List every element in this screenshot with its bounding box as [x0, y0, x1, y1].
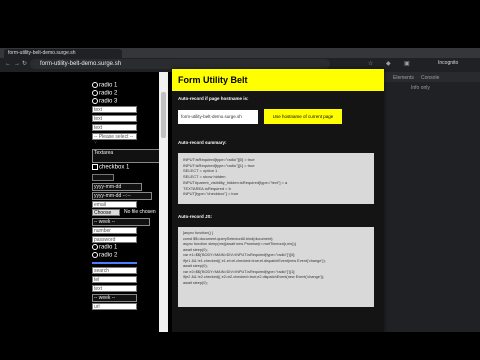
radio-row-2[interactable]: radio 2 [92, 90, 117, 98]
datetime-input[interactable]: yyyy-mm-dd --:-- [92, 192, 152, 200]
date-input[interactable]: yyyy-mm-dd [92, 183, 142, 191]
range-slider[interactable] [92, 262, 137, 264]
radio-row-b[interactable]: radio 2 [92, 252, 117, 260]
radio-label: radio 3 [99, 98, 118, 105]
number-input[interactable]: number [92, 227, 137, 234]
devtools-panel: ⏷ Elements Console Info only [370, 72, 480, 332]
radio-button[interactable] [92, 244, 98, 250]
devtools-tab-elements[interactable]: Elements [393, 75, 414, 81]
week-input[interactable]: -- week -- [92, 294, 137, 302]
radio-row-1[interactable]: radio 1 [92, 82, 117, 90]
summary-line: INPUT[type="checkbox"] = true [183, 191, 239, 197]
email-input[interactable]: email [92, 201, 137, 208]
text-input[interactable]: text [92, 106, 137, 113]
url-input[interactable]: url [92, 303, 137, 310]
radio-button[interactable] [92, 252, 98, 258]
radio-label: radio 1 [99, 82, 118, 89]
text-input[interactable]: text [92, 285, 137, 292]
radio-label: radio 2 [99, 90, 118, 97]
js-line: await sleep(0); [183, 280, 208, 285]
radio-button[interactable] [92, 98, 98, 104]
password-input[interactable]: password [92, 236, 137, 243]
radio-row-a[interactable]: radio 1 [92, 244, 117, 252]
reload-icon[interactable]: ↻ [22, 60, 27, 68]
panel-title: Form Utility Belt [172, 69, 384, 91]
profile-label[interactable]: Incognito [438, 60, 458, 66]
form-utility-belt-panel: Form Utility Belt Auto-record if page ho… [172, 69, 384, 332]
extension-icon[interactable]: ◆ [386, 60, 391, 67]
summary-label: Auto-record summary: [178, 140, 227, 145]
file-status: No file chosen [124, 209, 156, 215]
search-input[interactable]: search [92, 267, 137, 274]
checkbox[interactable] [92, 164, 98, 170]
checkbox-label: checkbox 1 [99, 164, 130, 171]
radio-button[interactable] [92, 82, 98, 88]
color-input[interactable] [92, 174, 114, 181]
browser-tab[interactable]: form-utility-belt-demo.surge.sh [4, 49, 122, 58]
use-hostname-button[interactable]: Use hostname of current page [264, 109, 342, 124]
hostname-input[interactable]: form-utility-belt-demo.surge.sh [178, 110, 258, 124]
radio-row-3[interactable]: radio 3 [92, 98, 117, 106]
puzzle-icon[interactable]: ▣ [404, 60, 410, 67]
forward-icon[interactable]: → [14, 60, 20, 68]
select-dropdown[interactable]: -- Please select -- ˅ [92, 133, 137, 146]
choose-file-button[interactable]: Choose File [92, 209, 120, 222]
scrollbar-thumb[interactable] [161, 92, 166, 138]
devtools-filter[interactable]: Info only [411, 85, 430, 91]
address-bar[interactable]: form-utility-belt-demo.surge.sh [30, 59, 330, 69]
text-input[interactable]: text [92, 115, 137, 122]
tab-strip: form-utility-belt-demo.surge.sh [0, 48, 480, 58]
radio-button[interactable] [92, 90, 98, 96]
js-label: Auto-record JS: [178, 214, 213, 219]
bookmark-icon[interactable]: ☆ [368, 60, 373, 67]
radio-label: radio 2 [99, 252, 118, 259]
text-input[interactable]: text [92, 124, 137, 131]
month-input[interactable]: -- week -- [92, 218, 150, 226]
tel-input[interactable]: tel [92, 276, 137, 283]
summary-box[interactable]: INPUT:isRequired[type="radio"][0] = true… [178, 153, 374, 204]
checkbox-row[interactable]: checkbox 1 [92, 164, 129, 172]
autorecord-label: Auto-record if page hostname is: [178, 96, 249, 101]
textarea[interactable]: Textarea [92, 149, 162, 163]
back-icon[interactable]: ← [5, 60, 11, 68]
radio-label: radio 1 [99, 244, 118, 251]
devtools-tab-console-2[interactable]: Console [421, 75, 439, 81]
js-box[interactable]: [async function() { const $$=document.qu… [178, 227, 374, 307]
